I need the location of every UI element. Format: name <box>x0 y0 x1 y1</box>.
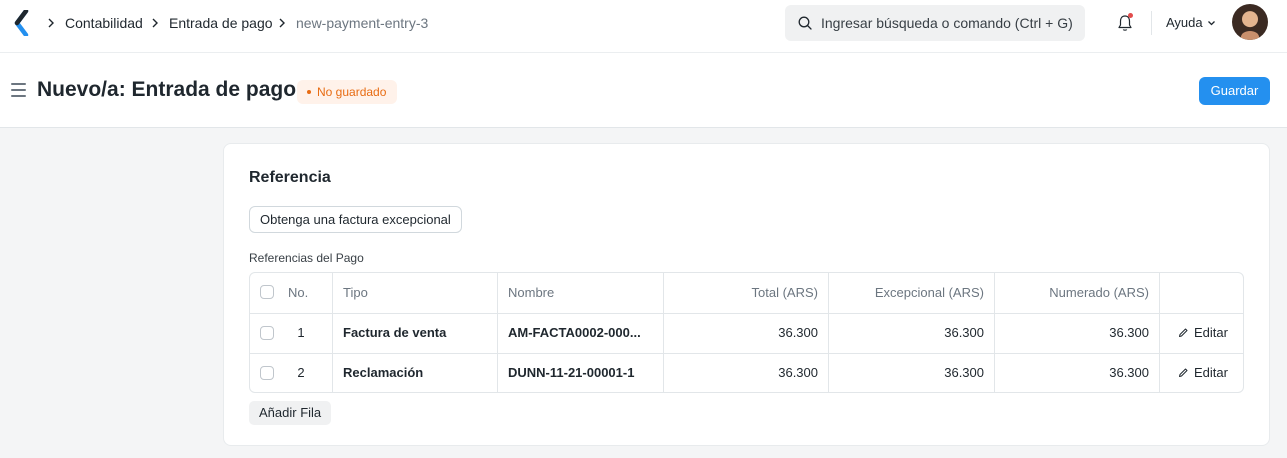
row-total[interactable]: 36.300 <box>664 354 818 392</box>
column-divider <box>994 273 995 392</box>
row-numerado[interactable]: 36.300 <box>995 354 1149 392</box>
sidebar-toggle-icon[interactable] <box>11 83 26 97</box>
column-header-no: No. <box>288 285 309 300</box>
edit-label: Editar <box>1194 325 1228 340</box>
page-header: Nuevo/a: Entrada de pago No guardado Gua… <box>0 53 1287 128</box>
pencil-icon <box>1179 328 1188 337</box>
column-divider <box>332 273 333 392</box>
table-row[interactable]: 1 Factura de venta AM-FACTA0002-000... 3… <box>250 313 1243 354</box>
table-row[interactable]: 2 Reclamación DUNN-11-21-00001-1 36.300 … <box>250 353 1243 392</box>
breadcrumb-current-doc: new-payment-entry-3 <box>296 15 429 31</box>
column-divider <box>663 273 664 392</box>
breadcrumb-contabilidad[interactable]: Contabilidad <box>65 14 143 32</box>
breadcrumb-entrada-de-pago[interactable]: Entrada de pago <box>169 14 273 32</box>
column-header-total: Total (ARS) <box>751 285 818 300</box>
edit-label: Editar <box>1194 365 1228 380</box>
search-bar[interactable]: Ingresar búsqueda o comando (Ctrl + G) <box>785 5 1085 41</box>
pencil-icon <box>1179 368 1188 377</box>
search-placeholder: Ingresar búsqueda o comando (Ctrl + G) <box>821 15 1073 31</box>
app-logo-icon[interactable] <box>14 10 30 36</box>
row-total[interactable]: 36.300 <box>664 314 818 354</box>
column-divider <box>1159 273 1160 392</box>
chevron-right-icon <box>152 18 158 28</box>
top-navbar: Contabilidad Entrada de pago new-payment… <box>0 0 1287 53</box>
chevron-down-icon[interactable] <box>1207 19 1216 27</box>
payment-references-table: No. Tipo Nombre Total (ARS) Excepcional … <box>249 272 1244 393</box>
help-menu[interactable]: Ayuda <box>1166 15 1203 31</box>
column-divider <box>497 273 498 392</box>
grid-label: Referencias del Pago <box>249 251 364 265</box>
table-header-row: No. Tipo Nombre Total (ARS) Excepcional … <box>250 273 1243 313</box>
user-avatar[interactable] <box>1232 4 1268 40</box>
select-all-checkbox[interactable] <box>260 285 274 299</box>
row-numerado[interactable]: 36.300 <box>995 314 1149 354</box>
search-icon <box>798 16 812 30</box>
page-title: Nuevo/a: Entrada de pago <box>37 78 297 101</box>
get-outstanding-invoice-button[interactable]: Obtenga una factura excepcional <box>249 206 462 233</box>
row-tipo[interactable]: Factura de venta <box>343 314 493 354</box>
row-tipo[interactable]: Reclamación <box>343 354 493 392</box>
row-checkbox[interactable] <box>260 366 274 380</box>
edit-row-button[interactable]: Editar <box>1178 314 1238 354</box>
row-checkbox[interactable] <box>260 326 274 340</box>
chevron-right-icon <box>279 18 285 28</box>
chevron-right-icon <box>48 18 54 28</box>
reference-section: Referencia Obtenga una factura excepcion… <box>223 143 1270 446</box>
status-badge: No guardado <box>297 80 398 104</box>
navbar-divider <box>1151 11 1152 35</box>
column-header-nombre: Nombre <box>508 285 555 300</box>
row-number: 2 <box>297 365 305 380</box>
section-title: Referencia <box>249 169 331 186</box>
add-row-button[interactable]: Añadir Fila <box>249 401 332 425</box>
row-nombre[interactable]: AM-FACTA0002-000... <box>508 314 658 354</box>
edit-row-button[interactable]: Editar <box>1178 354 1238 392</box>
column-header-excepcional: Excepcional (ARS) <box>874 285 984 300</box>
row-number: 1 <box>297 325 305 340</box>
notification-indicator <box>1128 13 1133 18</box>
save-button[interactable]: Guardar <box>1199 77 1270 105</box>
row-excepcional[interactable]: 36.300 <box>830 354 984 392</box>
column-header-numerado: Numerado (ARS) <box>1049 285 1149 300</box>
column-divider <box>828 273 829 392</box>
column-header-tipo: Tipo <box>343 285 368 300</box>
row-excepcional[interactable]: 36.300 <box>830 314 984 354</box>
row-nombre[interactable]: DUNN-11-21-00001-1 <box>508 354 658 392</box>
